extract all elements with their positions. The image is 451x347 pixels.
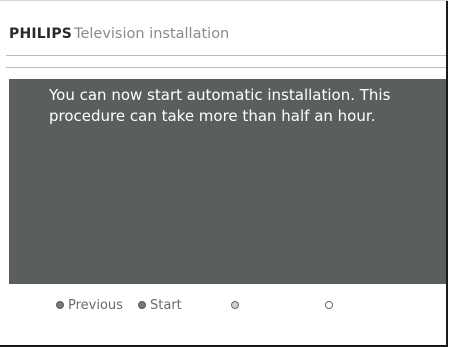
message-line-1: You can now start automatic installation… bbox=[49, 86, 391, 104]
menu-header: PHILIPS Television installation bbox=[9, 26, 229, 46]
blue-dot-icon bbox=[325, 301, 333, 309]
previous-button[interactable]: Previous bbox=[56, 296, 123, 314]
header-divider bbox=[6, 55, 446, 56]
header-divider-lower bbox=[6, 67, 446, 68]
red-dot-icon bbox=[56, 301, 64, 309]
menu-title: Television installation bbox=[74, 26, 230, 42]
installation-message: You can now start automatic installation… bbox=[49, 85, 429, 127]
brand-logo: PHILIPS bbox=[9, 26, 73, 42]
color-key-bar: Previous Start bbox=[0, 296, 446, 314]
start-label: Start bbox=[150, 297, 182, 313]
tv-menu-screen: PHILIPS Television installation You can … bbox=[0, 0, 448, 347]
start-button[interactable]: Start bbox=[138, 296, 182, 314]
message-line-2: procedure can take more than half an hou… bbox=[49, 107, 376, 125]
previous-label: Previous bbox=[68, 297, 123, 313]
yellow-dot-icon bbox=[231, 301, 239, 309]
green-dot-icon bbox=[138, 301, 146, 309]
blue-key-button[interactable] bbox=[325, 296, 333, 314]
yellow-key-button[interactable] bbox=[231, 296, 239, 314]
top-border bbox=[0, 0, 448, 1]
